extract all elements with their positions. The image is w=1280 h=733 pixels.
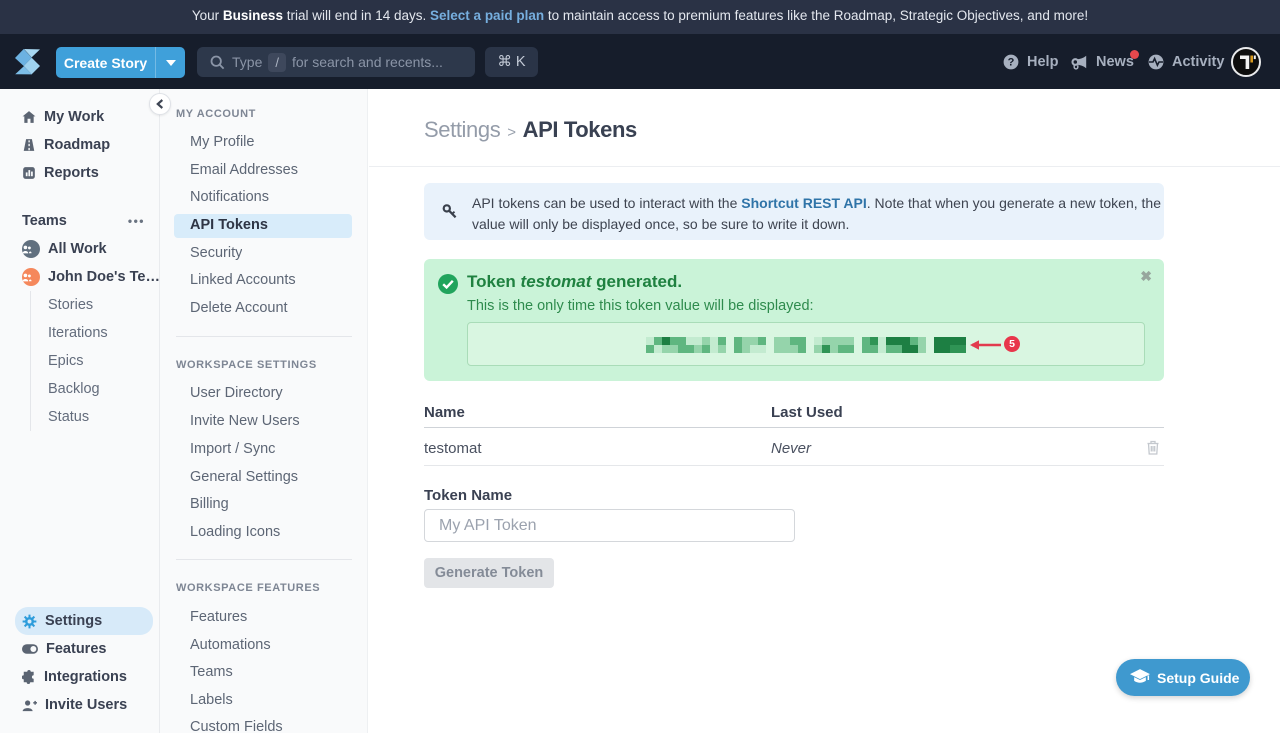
svg-text:?: ? bbox=[1008, 57, 1015, 69]
